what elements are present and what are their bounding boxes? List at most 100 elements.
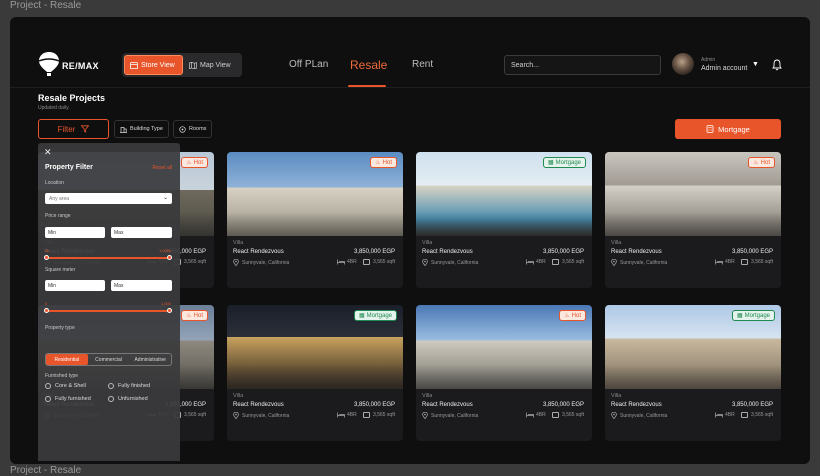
area-icon <box>363 259 371 265</box>
building-icon <box>120 126 127 133</box>
property-type: Villa <box>233 393 244 399</box>
property-price: 3,850,000 EGP <box>353 249 395 255</box>
property-location: Sunnyvale, California <box>422 259 478 266</box>
property-filter-panel: ✕ Property Filter Reset all Location Any… <box>38 143 180 461</box>
property-name: React Rendezvous <box>422 402 473 408</box>
mortgage-badge: ▦ Mortgage <box>731 310 775 321</box>
badge-label: Hot <box>193 159 203 166</box>
location-label: Sunnyvale, California <box>242 412 290 419</box>
radio-icon <box>108 383 114 389</box>
price-max-input[interactable]: Max <box>111 227 172 238</box>
property-location: Sunnyvale, California <box>611 259 667 266</box>
property-area: 3,565 sqft <box>741 412 773 418</box>
price-range-end: 1,000k <box>158 248 171 253</box>
balloon-icon <box>38 52 60 76</box>
calculator-icon <box>706 125 714 133</box>
area-label: 3,565 sqft <box>562 259 584 265</box>
furnished-option[interactable]: Fully furnished <box>45 396 91 402</box>
nav-rent[interactable]: Rent <box>412 59 433 70</box>
area-slider-track <box>46 310 170 312</box>
area-icon <box>741 259 749 265</box>
furnished-type-label: Furnished type <box>45 373 79 379</box>
map-view-button[interactable]: Map View <box>184 55 240 75</box>
area-label: 3,565 sqft <box>751 259 773 265</box>
bell-icon[interactable] <box>772 59 782 71</box>
area-slider-min-handle[interactable] <box>44 308 49 313</box>
map-icon <box>189 61 197 69</box>
hot-badge: ♨ Hot <box>748 157 775 168</box>
property-type-administrative[interactable]: Administrative <box>129 354 171 365</box>
hot-badge: ♨ Hot <box>370 157 397 168</box>
area-label: 3,565 sqft <box>562 412 584 418</box>
mortgage-badge: ▦ Mortgage <box>353 310 397 321</box>
furnished-option[interactable]: Fully finished <box>108 383 150 389</box>
property-type-residential[interactable]: Residential <box>46 354 88 365</box>
beds-label: 4BR <box>725 412 735 418</box>
furnished-option-label: Fully finished <box>118 383 151 389</box>
area-label: 3,565 sqft <box>184 259 206 265</box>
property-type-segment: Residential Commercial Administrative <box>45 353 172 366</box>
property-area: 3,565 sqft <box>363 412 395 418</box>
reset-filters-link[interactable]: Reset all <box>153 165 172 171</box>
property-card[interactable]: ▦ Mortgage Villa React Rendezvous 3,850,000 … <box>605 305 781 441</box>
chevron-down-icon[interactable]: ▼ <box>752 61 759 68</box>
header-divider <box>10 87 810 88</box>
property-type-commercial[interactable]: Commercial <box>88 354 130 365</box>
badge-label: Mortgage <box>744 312 770 319</box>
property-beds: 4BR <box>715 259 735 265</box>
badge-label: Hot <box>193 312 203 319</box>
price-slider-min-handle[interactable] <box>44 255 49 260</box>
property-card[interactable]: ♨Hot Villa React Rendezvous 3,850,000 EGP Su… <box>416 305 592 441</box>
nav-resale[interactable]: Resale <box>350 58 387 72</box>
store-view-label: Store View <box>141 61 175 69</box>
price-range-label: Price range <box>45 213 71 219</box>
area-max-input[interactable]: Max <box>111 280 172 291</box>
property-location: Sunnyvale, California <box>422 412 478 419</box>
map-view-label: Map View <box>200 61 231 69</box>
price-min-input[interactable]: Min <box>45 227 105 238</box>
property-price: 3,850,000 EGP <box>353 402 395 408</box>
rooms-chip[interactable]: Rooms <box>173 120 213 138</box>
badge-label: Hot <box>571 312 581 319</box>
search-input[interactable]: Search... <box>504 55 661 75</box>
building-type-chip[interactable]: Building Type <box>114 120 169 138</box>
radio-icon <box>45 396 51 402</box>
nav-off-plan[interactable]: Off PLan <box>289 59 328 70</box>
location-label: Sunnyvale, California <box>620 412 668 419</box>
location-label: Sunnyvale, California <box>431 412 479 419</box>
area-min-input[interactable]: Min <box>45 280 105 291</box>
beds-label: 4BR <box>347 412 357 418</box>
remax-logo[interactable]: RE/MAX <box>38 51 108 79</box>
filter-label: Filter <box>57 124 76 134</box>
account-role: Admin account <box>701 65 748 72</box>
square-meter-label: Square meter <box>45 267 76 273</box>
location-label: Location <box>45 180 64 186</box>
store-view-button[interactable]: Store View <box>124 55 183 75</box>
property-card[interactable]: ▦ Mortgage Villa React Rendezvous 3,850,000 … <box>416 152 592 288</box>
property-card[interactable]: ▦ Mortgage Villa React Rendezvous 3,850,000 … <box>227 305 403 441</box>
flame-icon: ♨ <box>564 313 570 319</box>
location-pin-icon <box>233 412 239 419</box>
funnel-icon <box>81 125 90 133</box>
price-slider-max-handle[interactable] <box>167 255 172 260</box>
property-type: Villa <box>422 393 433 399</box>
property-name: React Rendezvous <box>611 249 662 255</box>
property-card[interactable]: ♨Hot Villa React Rendezvous 3,850,000 EGP Su… <box>605 152 781 288</box>
property-type: Villa <box>611 240 622 246</box>
area-slider-max-handle[interactable] <box>167 308 172 313</box>
location-select[interactable]: Any area ⌄ <box>45 193 172 204</box>
furnished-option[interactable]: Core & Shell <box>45 383 86 389</box>
mortgage-label: Mortgage <box>718 124 750 134</box>
area-icon <box>552 412 560 418</box>
furnished-option[interactable]: Unfurnished <box>108 396 148 402</box>
property-price: 3,850,000 EGP <box>542 249 584 255</box>
chevron-down-icon: ⌄ <box>162 195 168 201</box>
mortgage-button[interactable]: Mortgage <box>675 119 781 139</box>
filter-button[interactable]: Filter <box>38 119 109 139</box>
location-pin-icon <box>611 412 617 419</box>
close-icon[interactable]: ✕ <box>44 147 52 158</box>
property-card[interactable]: ♨Hot Villa React Rendezvous 3,850,000 EGP Su… <box>227 152 403 288</box>
bed-icon <box>526 259 534 265</box>
property-beds: 4BR <box>526 259 546 265</box>
avatar[interactable] <box>672 53 694 75</box>
